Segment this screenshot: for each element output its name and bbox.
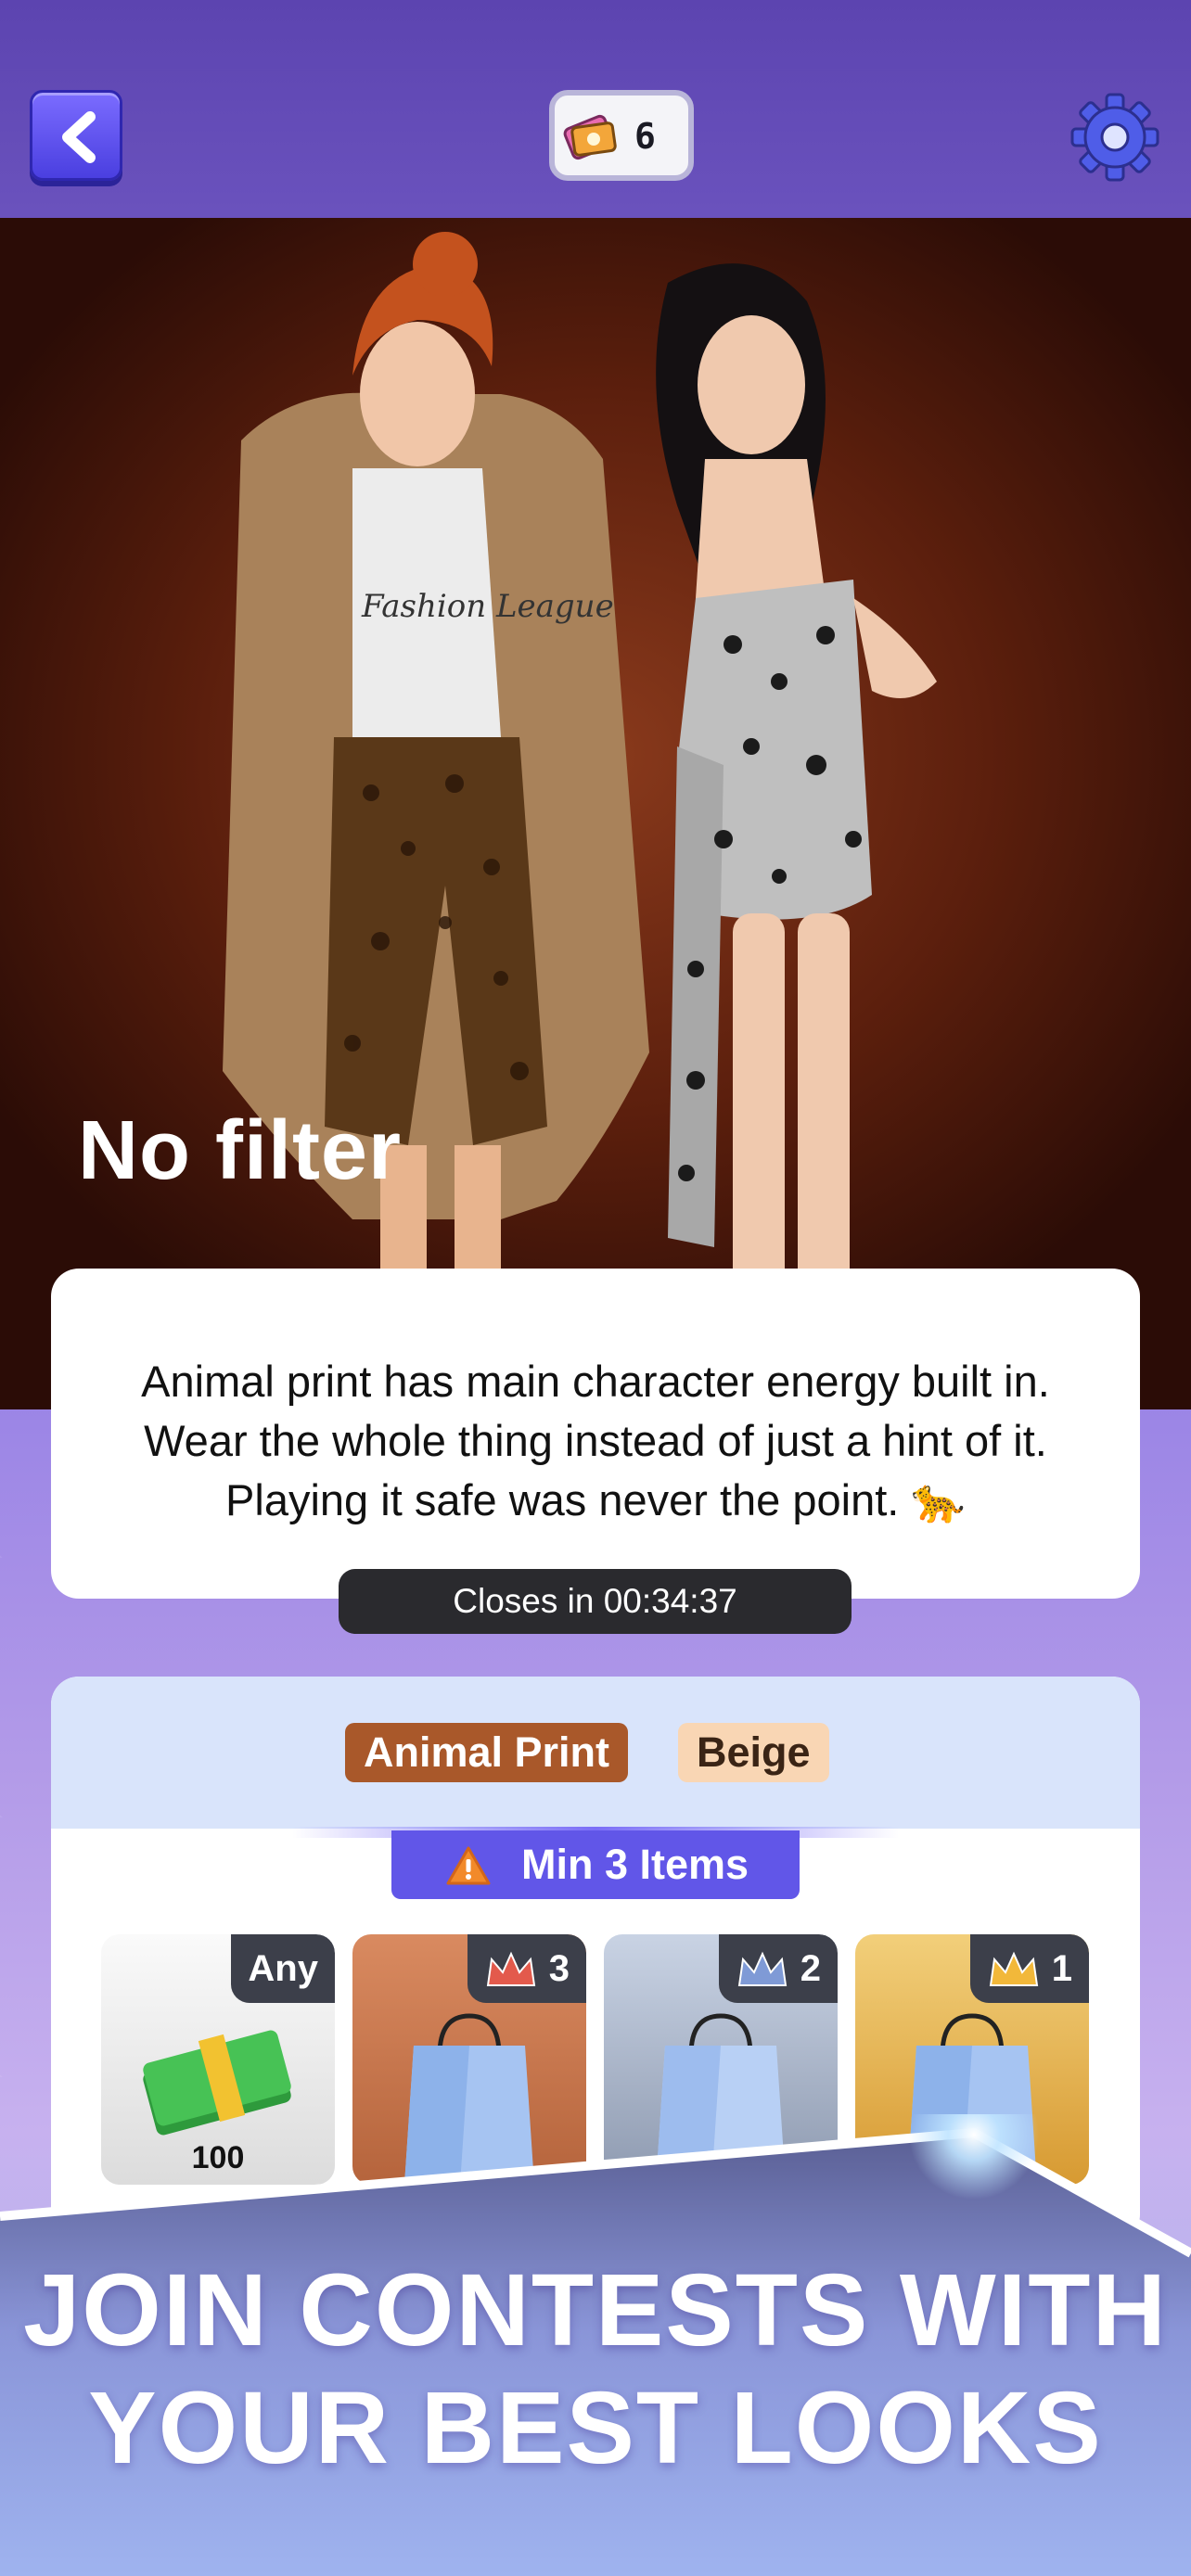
ticket-counter[interactable]: 6 — [549, 90, 694, 181]
chevron-left-icon — [62, 111, 96, 163]
crown-icon — [486, 1952, 535, 1987]
description-text: Animal print has main character energy b… — [141, 1357, 1050, 1524]
description-card: Animal print has main character energy b… — [51, 1269, 1140, 1599]
slot-badge-any-label: Any — [248, 1948, 318, 1989]
slot-badge-2-label: 2 — [800, 1948, 821, 1989]
slot-badge-1-label: 1 — [1051, 1948, 1072, 1989]
back-button[interactable] — [30, 90, 122, 181]
slot-badge-2: 2 — [718, 1934, 838, 2003]
slot-badge-3: 3 — [467, 1934, 586, 2003]
warning-icon — [446, 1846, 491, 1885]
min-items-requirement: Min 3 Items — [391, 1830, 800, 1899]
slot-badge-1: 1 — [969, 1934, 1089, 2003]
crown-icon — [737, 1952, 787, 1987]
promo-headline-line1: JOIN CONTESTS WITH — [23, 2253, 1168, 2367]
slot-badge-3-label: 3 — [548, 1948, 570, 1989]
slot-badge-any: Any — [231, 1934, 335, 2003]
theme-tags-header: Animal Print Beige — [51, 1677, 1140, 1829]
crown-icon — [989, 1952, 1038, 1987]
min-items-label: Min 3 Items — [521, 1841, 749, 1888]
closing-timer: Closes in 00:34:37 — [339, 1569, 852, 1634]
contest-screen: 6 Fashion League No filter Animal print … — [0, 0, 1191, 2576]
ticket-icon — [563, 114, 617, 160]
promo-headline-line2: YOUR BEST LOOKS — [88, 2371, 1103, 2485]
hero-image: Fashion League No filter — [0, 218, 1191, 1409]
model-right-figure — [656, 263, 937, 1396]
ticket-count: 6 — [634, 116, 656, 157]
shirt-print-text: Fashion League — [361, 588, 614, 625]
hero-title: No filter — [78, 1104, 403, 1197]
tag-animal-print: Animal Print — [345, 1723, 629, 1782]
tag-beige: Beige — [678, 1723, 829, 1782]
gear-icon[interactable] — [1067, 89, 1163, 185]
